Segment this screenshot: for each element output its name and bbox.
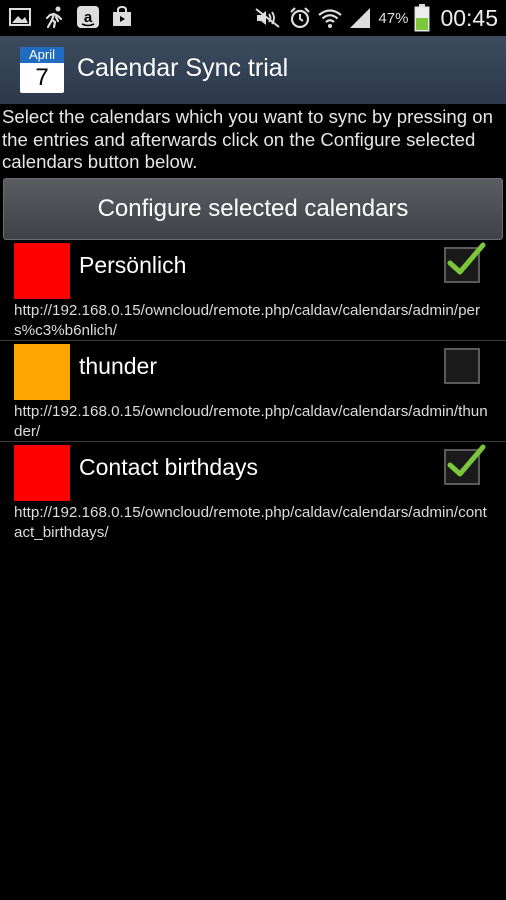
mute-icon xyxy=(255,8,281,28)
status-bar: a 47% 00:45 xyxy=(0,0,506,36)
calendar-list: Persönlich http://192.168.0.15/owncloud/… xyxy=(0,240,506,543)
amazon-icon: a xyxy=(77,6,99,28)
calendar-url: http://192.168.0.15/owncloud/remote.php/… xyxy=(14,302,481,339)
svg-text:a: a xyxy=(84,9,93,26)
app-icon-month: April xyxy=(20,47,64,63)
calendar-url: http://192.168.0.15/owncloud/remote.php/… xyxy=(14,504,487,541)
battery-icon xyxy=(414,4,430,32)
calendar-name: Persönlich xyxy=(79,252,187,278)
notification-icons: a xyxy=(8,5,134,29)
checkmark-icon xyxy=(447,242,486,275)
calendar-list-item[interactable]: Persönlich http://192.168.0.15/owncloud/… xyxy=(0,240,506,341)
calendar-color-swatch xyxy=(14,445,70,501)
configure-selected-calendars-button[interactable]: Configure selected calendars xyxy=(3,178,503,240)
calendar-url: http://192.168.0.15/owncloud/remote.php/… xyxy=(14,403,488,440)
battery-percent: 47% xyxy=(378,9,409,27)
instructions-text: Select the calendars which you want to s… xyxy=(2,106,493,172)
signal-icon xyxy=(350,8,371,28)
store-bag-icon xyxy=(113,5,131,26)
calendar-list-item[interactable]: Contact birthdays http://192.168.0.15/ow… xyxy=(0,442,506,543)
runner-icon xyxy=(45,6,63,29)
clock: 00:45 xyxy=(440,4,498,31)
calendar-name: thunder xyxy=(79,353,158,379)
calendar-checkbox[interactable] xyxy=(444,242,486,283)
app-icon-day: 7 xyxy=(35,64,49,91)
app-title: Calendar Sync trial xyxy=(77,54,289,82)
calendar-app-icon[interactable]: April 7 xyxy=(20,47,64,93)
gallery-icon xyxy=(9,8,31,26)
alarm-icon xyxy=(290,7,311,29)
calendar-checkbox[interactable] xyxy=(444,348,480,384)
calendar-list-item[interactable]: thunder http://192.168.0.15/owncloud/rem… xyxy=(0,341,506,442)
wifi-icon xyxy=(318,9,343,28)
calendar-color-swatch xyxy=(14,243,70,299)
calendar-checkbox[interactable] xyxy=(444,444,486,485)
action-bar: April 7 Calendar Sync trial xyxy=(0,36,506,104)
calendar-name: Contact birthdays xyxy=(79,454,258,480)
checkmark-icon xyxy=(447,444,486,477)
system-icons: 47% 00:45 xyxy=(254,3,498,33)
calendar-color-swatch xyxy=(14,344,70,400)
